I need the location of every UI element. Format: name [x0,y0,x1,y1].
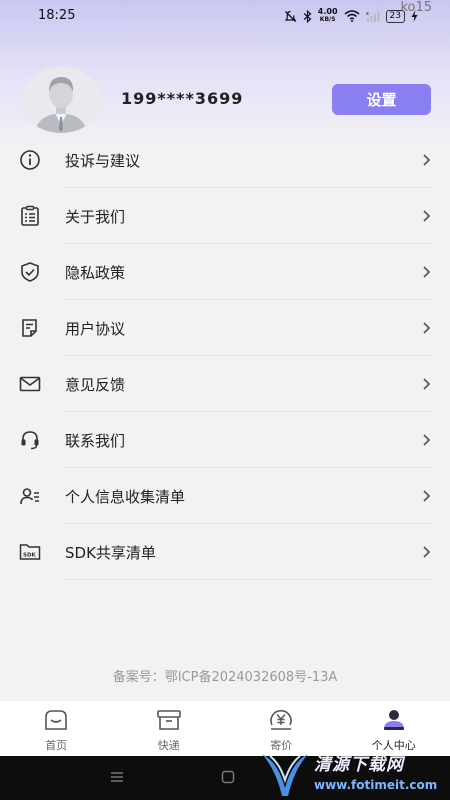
menu-item-label: 关于我们 [65,208,126,226]
menu-item-label: 用户协议 [65,320,126,338]
watermark-logo-icon [262,754,308,796]
chevron-right-icon [423,378,431,390]
tab-label: 首页 [45,739,68,752]
chevron-right-icon [423,210,431,222]
icp-record: 备案号：鄂ICP备2024032608号-13A [112,670,338,685]
info-icon [20,150,40,170]
chevron-right-icon [423,154,431,166]
tab-home[interactable]: 首页 [0,701,113,757]
user-phone: 199****3699 [121,89,244,108]
menu-item-contact[interactable]: 联系我们 [0,412,450,468]
tab-express[interactable]: 快递 [113,701,226,757]
watermark-url: www.fotimeit.com [314,778,438,792]
watermark-text: 清源下载网 [314,755,404,775]
menu-item-label: 联系我们 [65,432,126,450]
settings-button[interactable]: 设置 [332,84,431,115]
menu-item-complaint[interactable]: 投诉与建议 [0,132,450,188]
mail-icon [19,376,41,392]
menu-item-label: SDK共享清单 [65,544,156,562]
user-list-icon [20,488,39,505]
tab-label: 快递 [157,739,180,752]
svg-text:SDK: SDK [23,553,37,559]
price-icon [270,709,293,730]
menu-item-label: 隐私政策 [65,264,126,282]
menu-item-label: 投诉与建议 [65,152,141,170]
bluetooth-icon [303,9,312,23]
menu-item-about[interactable]: 关于我们 [0,188,450,244]
menu-item-label: 个人信息收集清单 [65,488,186,506]
avatar[interactable] [21,67,101,133]
menu-item-label: 意见反馈 [65,376,126,394]
chevron-right-icon [423,322,431,334]
user-center-icon [383,710,404,730]
menu-item-privacy[interactable]: 隐私政策 [0,244,450,300]
svg-text:x: x [366,11,369,17]
mute-icon [284,10,297,22]
document-list-icon [21,205,39,226]
status-bar: 18:25 ko15 4.00 KB/S x 23 [0,0,450,32]
menu-nav-icon[interactable] [110,770,124,784]
divider [65,579,431,580]
watermark: 清源下载网 www.fotimeit.com [258,748,450,800]
package-icon [156,710,181,730]
shield-check-icon [21,262,39,282]
signal-icon: x [366,11,380,22]
menu-list: 投诉与建议 关于我们 隐私政策 用户协议 意见反馈 联系我们 个人信息收集清单 … [0,132,450,580]
menu-item-agreement[interactable]: 用户协议 [0,300,450,356]
chevron-right-icon [423,490,431,502]
home-icon [45,710,68,730]
agreement-icon [22,319,37,337]
wifi-icon [344,10,360,22]
menu-item-feedback[interactable]: 意见反馈 [0,356,450,412]
headset-icon [21,431,39,450]
sdk-folder-icon: SDK [19,544,41,560]
status-icons: 4.00 KB/S x 23 [284,8,418,24]
chevron-right-icon [423,434,431,446]
charging-icon [411,10,418,22]
network-speed: 4.00 KB/S [317,7,338,24]
battery-indicator: 23 [385,9,405,23]
status-time: 18:25 [38,8,76,23]
menu-item-sdk[interactable]: SDK SDK共享清单 [0,524,450,580]
chevron-right-icon [423,546,431,558]
menu-item-personal-info[interactable]: 个人信息收集清单 [0,468,450,524]
chevron-right-icon [423,266,431,278]
home-nav-icon[interactable] [221,770,235,784]
user-avatar-icon [21,67,101,133]
